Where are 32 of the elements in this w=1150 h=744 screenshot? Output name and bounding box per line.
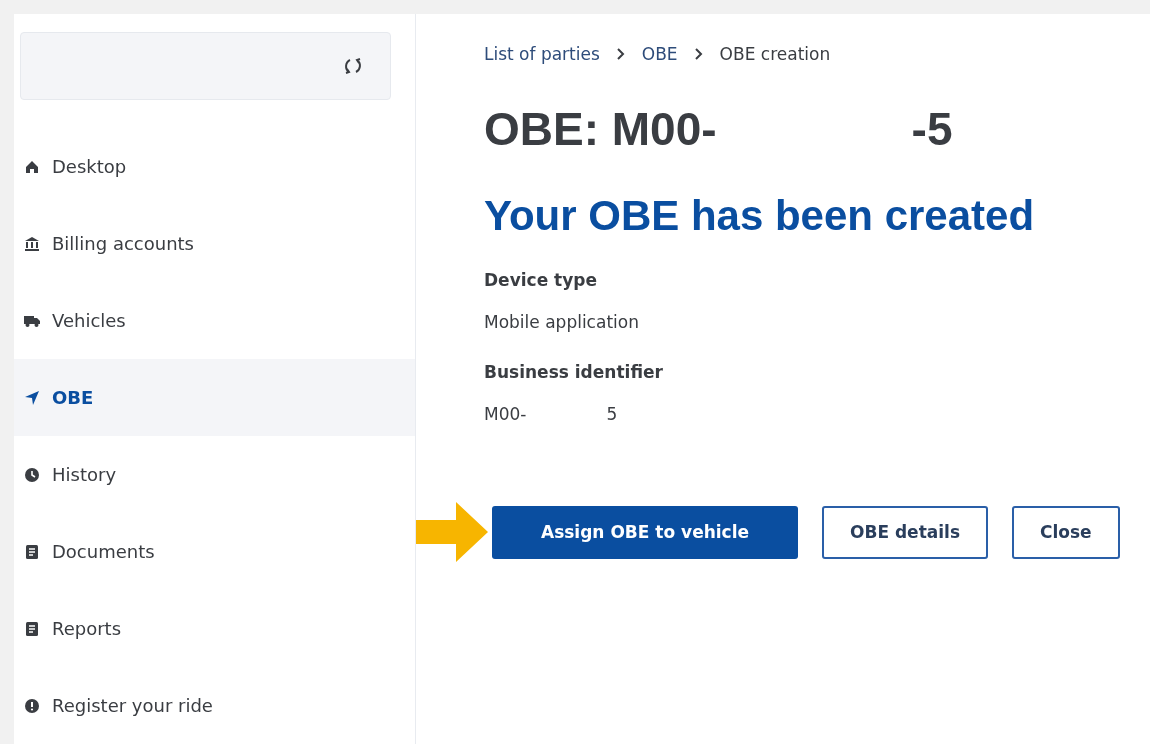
sidebar-item[interactable]: OBE bbox=[14, 359, 415, 436]
page-title: -5 bbox=[911, 102, 953, 156]
chevron-icon bbox=[693, 48, 704, 60]
field-label: Business identifier bbox=[484, 362, 664, 382]
sidebar-item[interactable]: Billing accounts bbox=[14, 205, 415, 282]
sidebar-item[interactable]: Documents bbox=[14, 513, 415, 590]
alert-icon bbox=[24, 697, 40, 714]
page-title: OBE: M00- bbox=[484, 102, 717, 156]
breadcrumb-link[interactable]: OBE bbox=[641, 44, 678, 64]
field-value: 5 bbox=[606, 404, 618, 424]
document-icon bbox=[24, 543, 40, 560]
sidebar-item[interactable]: Reports bbox=[14, 590, 415, 667]
field-label: Device type bbox=[484, 270, 598, 290]
sidebar-item[interactable]: Desktop bbox=[14, 128, 415, 205]
navigation-arrow-icon bbox=[24, 389, 40, 406]
action-button[interactable]: Assign OBE to vehicle bbox=[492, 505, 798, 559]
sidebar-item[interactable]: Vehicles bbox=[14, 282, 415, 359]
clock-icon bbox=[24, 466, 40, 483]
breadcrumb-link[interactable]: List of parties bbox=[484, 44, 600, 64]
action-button[interactable]: OBE details bbox=[822, 505, 988, 559]
sidebar-item[interactable]: History bbox=[14, 436, 415, 513]
refresh-icon[interactable] bbox=[342, 56, 364, 76]
success-message: Your OBE has been created bbox=[484, 192, 1036, 240]
document-icon bbox=[24, 620, 40, 637]
bank-icon bbox=[24, 235, 40, 252]
action-button[interactable]: Close bbox=[1012, 505, 1120, 559]
home-icon bbox=[24, 158, 40, 175]
sidebar-item[interactable]: Register your ride bbox=[14, 667, 415, 744]
field-value: M00- bbox=[484, 404, 527, 424]
arrow-icon bbox=[416, 502, 488, 562]
chevron-icon bbox=[615, 48, 626, 60]
field-value: Mobile application bbox=[484, 312, 639, 332]
